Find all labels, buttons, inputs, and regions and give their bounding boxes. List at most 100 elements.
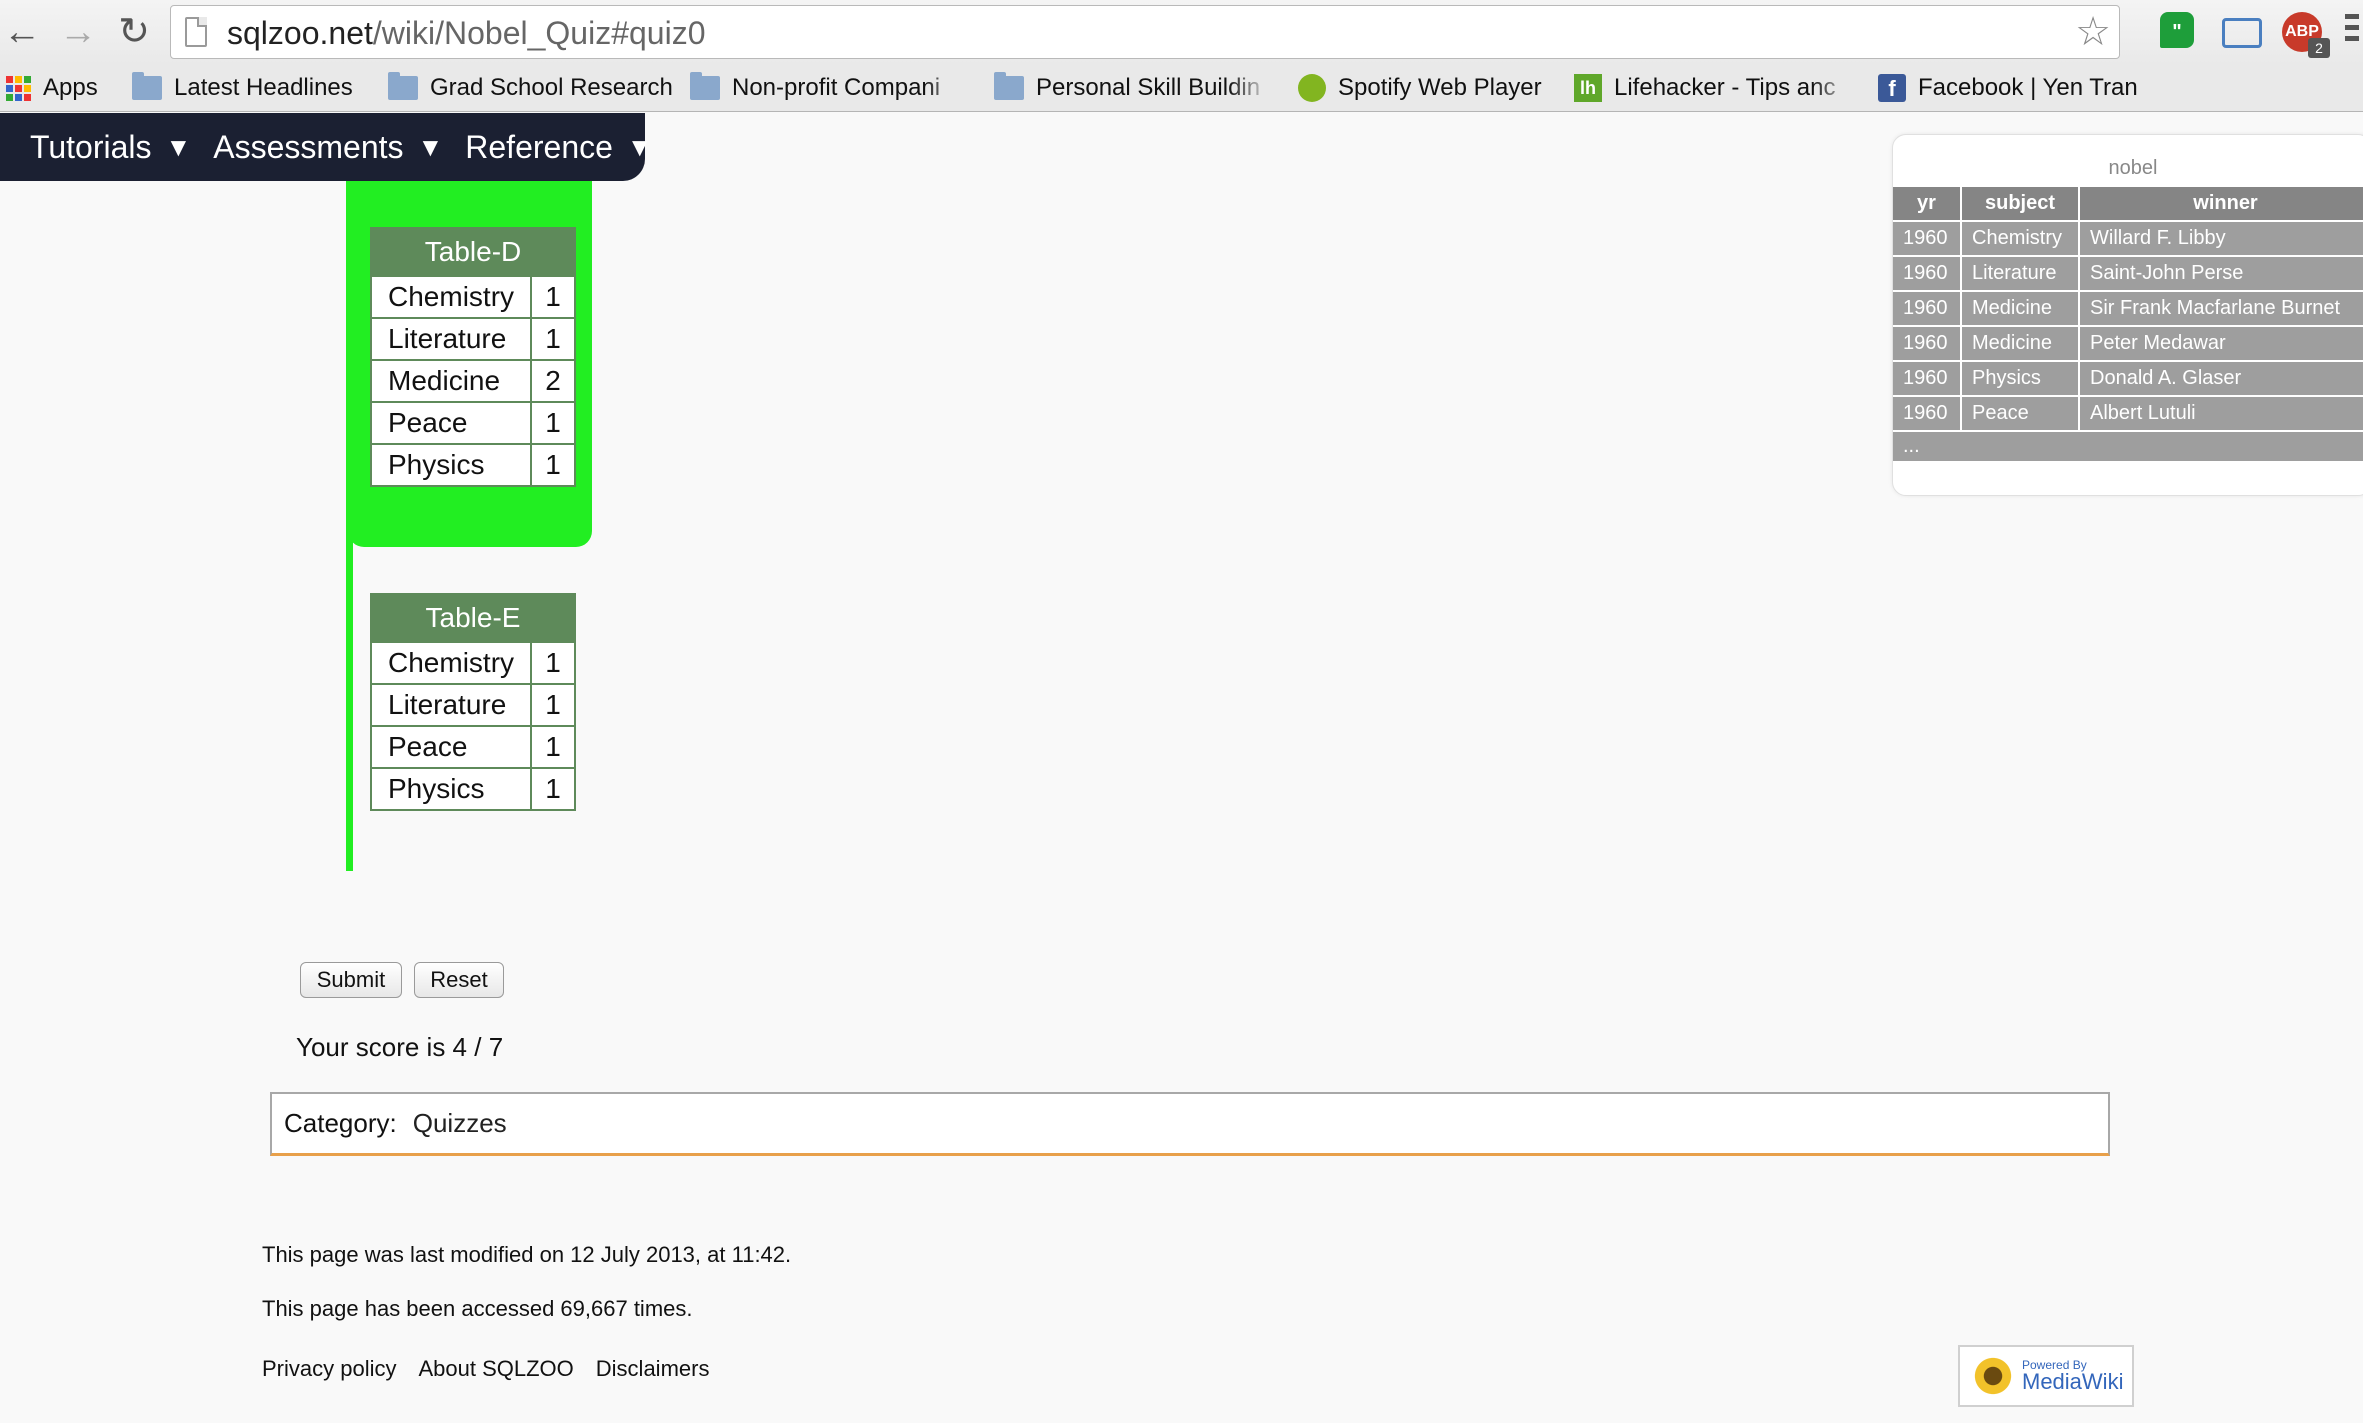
answer-table-d[interactable]: Table-D Chemistry 1 Literature 1 Medicine 2…	[369, 227, 576, 487]
subject-cell: Physics	[369, 443, 533, 487]
dropdown-triangle-icon: ▼	[165, 131, 192, 162]
table-row: 1960 Physics Donald A. Glaser	[1893, 360, 2363, 396]
bookmark-grad-school-research[interactable]: Grad School Research	[388, 72, 673, 104]
table-row: Peace 1	[369, 725, 576, 769]
apps-icon	[6, 75, 31, 101]
page-icon	[185, 17, 207, 47]
yr-cell: 1960	[1893, 325, 1962, 361]
nav-label: Assessments	[213, 128, 404, 165]
answer-table-e[interactable]: Table-E Chemistry 1 Literature 1 Peace 1 Ph…	[369, 593, 576, 811]
browser-menu-icon[interactable]	[2345, 14, 2359, 50]
subject-cell: Chemistry	[1961, 220, 2080, 256]
bookmark-label: Spotify Web Player	[1338, 74, 1542, 101]
yr-cell: 1960	[1893, 220, 1962, 256]
footer-access-count: This page has been accessed 69,667 times…	[262, 1296, 693, 1321]
table-row: 1960 Peace Albert Lutuli	[1893, 395, 2363, 431]
footer-last-modified: This page was last modified on 12 July 2…	[262, 1242, 792, 1267]
table-row: Physics 1	[369, 767, 576, 811]
bookmark-facebook[interactable]: f Facebook | Yen Tran	[1878, 72, 2138, 104]
subject-cell: Literature	[1961, 255, 2080, 291]
badge-big-text: MediaWiki	[2022, 1369, 2124, 1394]
bookmark-apps[interactable]: Apps	[6, 72, 98, 104]
bookmark-latest-headlines[interactable]: Latest Headlines	[132, 72, 353, 104]
site-nav: Tutorials ▼ Assessments ▼ Reference ▼	[0, 113, 653, 181]
table-row: 1960 Medicine Peter Medawar	[1893, 325, 2363, 361]
disclaimers-link[interactable]: Disclaimers	[596, 1356, 710, 1382]
table-row-ellipsis: ...	[1893, 430, 2363, 461]
about-sqlzoo-link[interactable]: About SQLZOO	[418, 1356, 573, 1382]
count-cell: 1	[530, 275, 576, 319]
winner-cell: Sir Frank Macfarlane Burnet	[2079, 290, 2363, 326]
bookmark-label: Lifehacker - Tips anc	[1614, 74, 1836, 101]
table-row: 1960 Literature Saint-John Perse	[1893, 255, 2363, 291]
yr-cell: 1960	[1893, 255, 1962, 291]
subject-cell: Peace	[369, 401, 533, 445]
forward-arrow-icon[interactable]: →	[56, 10, 100, 54]
yr-cell: 1960	[1893, 360, 1962, 396]
bookmark-label: Facebook | Yen Tran	[1918, 74, 2138, 101]
winner-cell: Donald A. Glaser	[2079, 360, 2363, 396]
bookmark-lifehacker[interactable]: lh Lifehacker - Tips anc	[1574, 72, 1854, 104]
winner-cell: Albert Lutuli	[2079, 395, 2363, 431]
folder-icon	[132, 72, 162, 100]
table-row: Literature 1	[369, 683, 576, 727]
browser-toolbar: ← → ↻ sqlzoo.net/wiki/Nobel_Quiz#quiz0 ☆…	[0, 0, 2363, 64]
dropdown-triangle-icon: ▼	[626, 131, 653, 162]
url-host: sqlzoo.net	[227, 15, 373, 51]
mediawiki-sunflower-icon	[1972, 1355, 2014, 1397]
more-rows-ellipsis: ...	[1893, 430, 2363, 461]
spotify-icon	[1298, 74, 1326, 102]
score-text: Your score is 4 / 7	[296, 1032, 504, 1062]
count-cell: 2	[530, 359, 576, 403]
facebook-icon: f	[1878, 74, 1906, 102]
column-header: yr	[1893, 187, 1962, 221]
subject-cell: Literature	[369, 683, 533, 727]
column-header: subject	[1961, 187, 2080, 221]
nav-assessments[interactable]: Assessments ▼	[213, 129, 443, 166]
category-link-quizzes[interactable]: Quizzes	[413, 1108, 507, 1139]
category-label: Category:	[284, 1108, 397, 1138]
column-header: winner	[2079, 187, 2363, 221]
count-cell: 1	[530, 443, 576, 487]
lifehacker-icon: lh	[1574, 74, 1602, 102]
bookmark-spotify[interactable]: Spotify Web Player	[1298, 72, 1542, 104]
submit-button[interactable]: Submit	[300, 962, 402, 998]
table-row: Chemistry 1	[369, 641, 576, 685]
winner-cell: Peter Medawar	[2079, 325, 2363, 361]
table-title: Table-E	[370, 593, 576, 643]
address-bar[interactable]: sqlzoo.net/wiki/Nobel_Quiz#quiz0 ☆	[170, 5, 2120, 59]
subject-cell: Literature	[369, 317, 533, 361]
reset-button[interactable]: Reset	[414, 962, 504, 998]
nav-reference[interactable]: Reference ▼	[465, 129, 652, 166]
winner-cell: Saint-John Perse	[2079, 255, 2363, 291]
count-cell: 1	[530, 317, 576, 361]
count-cell: 1	[530, 641, 576, 685]
cast-icon[interactable]	[2222, 18, 2262, 48]
bookmark-label: Personal Skill Buildin	[1036, 74, 1261, 101]
subject-cell: Medicine	[1961, 290, 2080, 326]
reload-icon[interactable]: ↻	[112, 10, 156, 54]
bookmark-non-profit[interactable]: Non-profit Compani	[690, 72, 966, 104]
count-cell: 1	[530, 725, 576, 769]
bookmark-personal-skill[interactable]: Personal Skill Buildin	[994, 72, 1270, 104]
category-box: Category: Quizzes	[270, 1092, 2110, 1156]
nav-label: Tutorials	[30, 128, 152, 165]
folder-icon	[388, 72, 418, 100]
footer-links: Privacy policy About SQLZOO Disclaimers	[262, 1356, 709, 1382]
subject-cell: Physics	[369, 767, 533, 811]
header-row: yr subject winner	[1893, 187, 2363, 221]
url-text[interactable]: sqlzoo.net/wiki/Nobel_Quiz#quiz0	[227, 15, 705, 52]
subject-cell: Chemistry	[369, 641, 533, 685]
bookmark-star-icon[interactable]: ☆	[2075, 8, 2111, 56]
bookmarks-bar: Apps Latest Headlines Grad School Resear…	[0, 64, 2363, 112]
subject-cell: Peace	[1961, 395, 2080, 431]
back-arrow-icon[interactable]: ←	[0, 10, 44, 54]
powered-by-mediawiki-badge[interactable]: Powered By MediaWiki	[1958, 1345, 2134, 1407]
table-row: 1960 Medicine Sir Frank Macfarlane Burnet	[1893, 290, 2363, 326]
yr-cell: 1960	[1893, 290, 1962, 326]
hangouts-icon[interactable]: "	[2160, 12, 2194, 48]
nav-tutorials[interactable]: Tutorials ▼	[30, 129, 191, 166]
privacy-policy-link[interactable]: Privacy policy	[262, 1356, 396, 1382]
dropdown-triangle-icon: ▼	[417, 131, 444, 162]
subject-cell: Peace	[369, 725, 533, 769]
